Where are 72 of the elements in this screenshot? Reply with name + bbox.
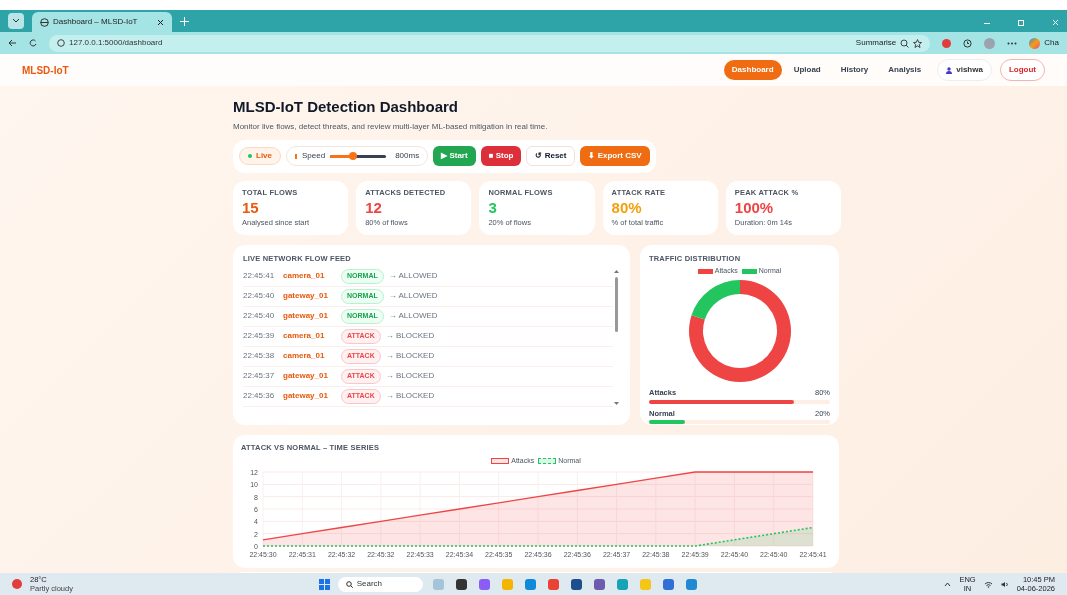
flow-time: 22:45:40: [243, 310, 276, 323]
page-title: MLSD-IoT Detection Dashboard: [233, 97, 459, 117]
stat-value: 80%: [611, 197, 643, 217]
flow-time: 22:45:39: [243, 330, 276, 343]
stat-value: 12: [365, 197, 383, 217]
device-name: gateway_01: [283, 390, 329, 403]
device-name: gateway_01: [283, 290, 329, 303]
taskbar-app-icon[interactable]: [570, 578, 582, 590]
copilot-icon: [1029, 37, 1041, 49]
flow-time: 22:45:37: [243, 370, 276, 383]
search-icon: [345, 580, 353, 588]
flow-action: → BLOCKED: [385, 350, 435, 363]
new-tab-icon[interactable]: [180, 17, 189, 26]
flow-action: → ALLOWED: [388, 290, 438, 303]
close-icon[interactable]: [157, 18, 164, 26]
address-bar[interactable]: 127.0.0.1:5000/dashboard Summarise: [49, 34, 931, 52]
flow-time: 22:45:38: [243, 350, 276, 363]
flow-time: 22:45:41: [243, 270, 276, 283]
slider-thumb[interactable]: [348, 152, 357, 160]
legend-swatch: [697, 268, 713, 274]
device-name: gateway_01: [283, 310, 329, 323]
stat-value: 15: [242, 197, 260, 217]
speed-value: 800ms: [395, 150, 420, 162]
taskbar-app-icon[interactable]: [593, 578, 605, 590]
nav-link[interactable]: History: [832, 60, 877, 80]
user-icon: [946, 66, 953, 74]
star-icon[interactable]: [913, 38, 923, 48]
legend-swatch: [741, 268, 757, 274]
taskbar-search[interactable]: Search: [337, 576, 423, 592]
stat-value: 100%: [734, 197, 775, 217]
flow-time: 22:45:36: [243, 390, 276, 403]
browser-tab[interactable]: Dashboard – MLSD-IoT: [32, 12, 172, 32]
page-subtitle: Monitor live flows, detect threats, and review multi-layer ML-based mitigation in real time.: [233, 120, 549, 133]
nav-link[interactable]: Analysis: [880, 60, 930, 80]
legend-swatch: [538, 458, 557, 464]
history-icon[interactable]: [963, 38, 973, 48]
flow-action: → ALLOWED: [388, 270, 438, 283]
back-icon[interactable]: [8, 39, 17, 47]
globe-icon: [40, 17, 49, 27]
device-name: gateway_01: [283, 370, 329, 383]
wifi-icon[interactable]: [983, 580, 993, 588]
device-name: camera_01: [283, 330, 326, 343]
reload-icon[interactable]: [29, 39, 37, 47]
windows-start-icon[interactable]: [318, 578, 330, 590]
tab-list-icon[interactable]: [8, 13, 24, 29]
logout-button[interactable]: Logout: [999, 59, 1045, 81]
brand-logo[interactable]: MLSD-IoT: [22, 62, 69, 78]
reset-button[interactable]: ↺ Reset: [526, 146, 576, 166]
zoom-icon[interactable]: [900, 38, 910, 48]
flow-time: 22:45:40: [243, 290, 276, 303]
taskbar-app-icon[interactable]: [455, 578, 467, 590]
speaker-icon[interactable]: [1000, 580, 1009, 588]
nav-link[interactable]: Upload: [785, 60, 829, 80]
maximize-icon[interactable]: [1018, 20, 1024, 26]
copilot-button[interactable]: Cha: [1029, 37, 1059, 49]
extension-icon[interactable]: [942, 38, 952, 48]
legend-swatch: [491, 458, 510, 464]
speed-slider[interactable]: [330, 154, 387, 158]
live-indicator: Live: [239, 147, 281, 165]
flow-action: → BLOCKED: [385, 370, 435, 383]
info-icon: [57, 39, 65, 47]
device-name: camera_01: [283, 350, 326, 363]
device-name: camera_01: [283, 270, 326, 283]
flow-action: → BLOCKED: [385, 330, 435, 343]
stat-value: 3: [488, 197, 498, 217]
summarise-button[interactable]: Summarise: [855, 37, 897, 49]
flow-action: → ALLOWED: [388, 310, 438, 323]
chevron-up-icon[interactable]: [944, 581, 952, 587]
more-icon[interactable]: [1007, 41, 1018, 45]
stop-button[interactable]: ■ Stop: [480, 146, 522, 166]
flow-action: → BLOCKED: [385, 390, 435, 403]
user-button[interactable]: vishwa: [937, 59, 992, 81]
